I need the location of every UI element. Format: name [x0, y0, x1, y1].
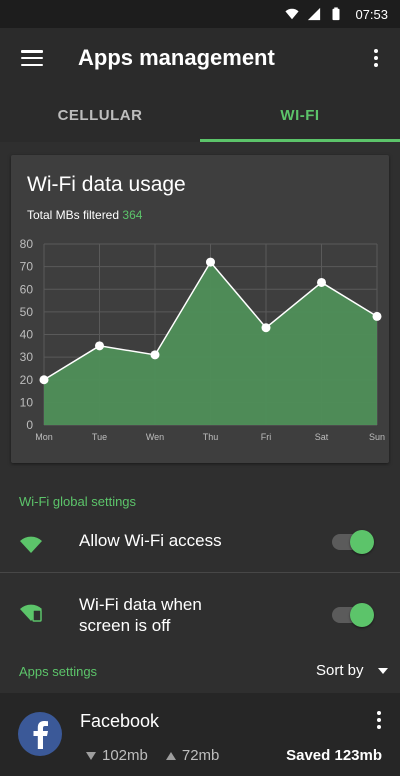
y-tick-label: 80 — [20, 237, 34, 251]
label-line-1: Wi-Fi data when — [79, 595, 202, 614]
x-tick-label: Sat — [315, 432, 329, 442]
x-tick-label: Sun — [369, 432, 385, 442]
upload-arrow-icon — [165, 751, 176, 760]
y-tick-label: 40 — [20, 328, 34, 342]
data-point — [95, 341, 104, 351]
data-point — [261, 323, 271, 333]
x-tick-label: Tue — [92, 432, 107, 442]
data-point — [150, 350, 160, 360]
x-tick-label: Mon — [35, 432, 53, 442]
subtitle-value: 364 — [122, 208, 143, 222]
card-title: Wi-Fi data usage — [27, 173, 186, 196]
download-amount: 102mb — [102, 747, 148, 764]
tab-wifi[interactable]: WI-FI — [200, 88, 400, 142]
battery-icon — [332, 7, 340, 21]
label-line-2: screen is off — [79, 616, 171, 635]
app-overflow-button[interactable] — [372, 711, 386, 735]
x-tick-label: Wen — [146, 432, 164, 442]
y-tick-label: 20 — [20, 373, 34, 387]
wifi-screen-off-icon — [20, 604, 42, 622]
subtitle-label: Total MBs filtered — [27, 208, 120, 222]
wifi-screen-off-toggle[interactable] — [330, 603, 376, 627]
wifi-usage-card: Wi-Fi data usage Total MBs filtered 364 … — [11, 155, 389, 463]
more-vert-icon — [374, 49, 378, 67]
wifi-screen-off-row[interactable]: Wi-Fi data when screen is off — [0, 573, 400, 657]
cellular-signal-icon — [308, 7, 321, 21]
y-tick-label: 10 — [20, 395, 34, 409]
data-point — [372, 311, 382, 321]
dropdown-arrow-icon — [377, 667, 388, 674]
x-tick-label: Fri — [261, 432, 272, 442]
facebook-app-icon — [18, 712, 62, 756]
app-bar: Apps management — [0, 28, 400, 88]
wifi-screen-off-label: Wi-Fi data when screen is off — [79, 594, 202, 636]
overflow-menu-button[interactable] — [352, 28, 400, 88]
y-tick-label: 30 — [20, 350, 34, 364]
allow-wifi-label: Allow Wi-Fi access — [79, 531, 222, 550]
usage-chart: 0 10 20 30 40 50 60 70 80 Mon Tue Wen Thu Fri Sat Sun — [20, 237, 385, 442]
wifi-icon — [20, 536, 42, 553]
upload-amount: 72mb — [181, 747, 220, 764]
y-tick-label: 50 — [20, 305, 34, 319]
download-arrow-icon — [86, 751, 96, 760]
wifi-signal-icon — [285, 8, 300, 20]
menu-button[interactable] — [0, 28, 64, 88]
saved-amount: Saved 123mb — [286, 747, 382, 764]
y-tick-label: 70 — [20, 260, 34, 274]
allow-wifi-toggle[interactable] — [330, 530, 376, 554]
app-usage-stats: 102mb 72mb — [86, 747, 219, 764]
sort-by-dropdown[interactable]: Sort by — [316, 662, 388, 679]
card-subtitle: Total MBs filtered 364 — [27, 208, 142, 222]
y-tick-label: 0 — [26, 418, 33, 432]
data-point — [39, 375, 49, 385]
app-name: Facebook — [80, 711, 160, 731]
apps-settings-section-label: Apps settings — [19, 664, 98, 679]
status-time: 07:53 — [355, 6, 388, 22]
wifi-settings-section-label: Wi-Fi global settings — [19, 494, 137, 509]
tab-cellular[interactable]: CELLULAR — [0, 88, 200, 142]
tab-bar: CELLULAR WI-FI — [0, 88, 400, 142]
sort-by-label: Sort by — [316, 662, 364, 679]
y-tick-label: 60 — [20, 282, 34, 296]
data-point — [206, 257, 215, 267]
hamburger-icon — [21, 50, 43, 66]
status-bar: 07:53 — [0, 0, 400, 28]
list-item[interactable]: Facebook 102mb 72mb Saved 123mb — [0, 693, 400, 776]
more-vert-icon — [377, 711, 381, 735]
data-point — [317, 277, 326, 287]
page-title: Apps management — [78, 45, 275, 70]
allow-wifi-row[interactable]: Allow Wi-Fi access — [0, 520, 400, 572]
x-tick-label: Thu — [203, 432, 219, 442]
